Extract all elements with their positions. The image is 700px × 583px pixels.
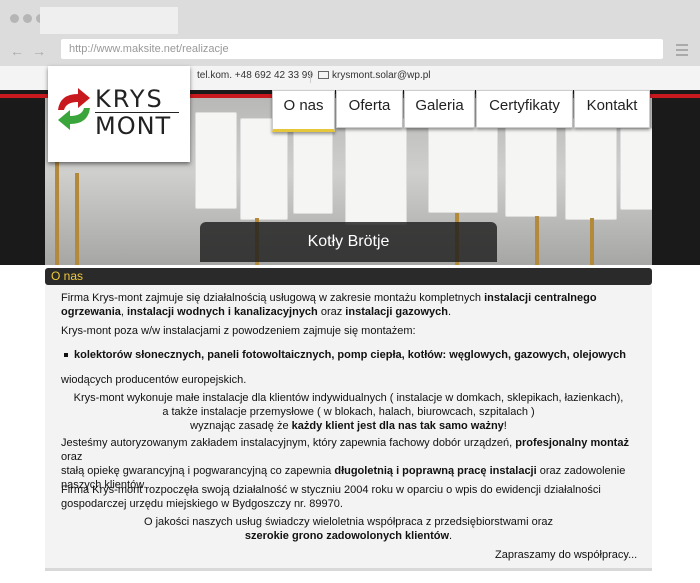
browser-window: ← → http://www.maksite.net/realizacje tel… [0, 0, 700, 583]
boiler-graphic [565, 118, 617, 220]
section-heading: O nas [45, 268, 652, 285]
address-bar[interactable]: http://www.maksite.net/realizacje [61, 39, 663, 59]
logo-arrows-icon [58, 88, 90, 130]
logo-line1: KRYS [95, 85, 164, 113]
bullet-icon [64, 353, 68, 357]
services-list-item: kolektorów słonecznych, paneli fotowolta… [74, 349, 626, 361]
browser-chrome: ← → http://www.maksite.net/realizacje [0, 0, 700, 66]
bold-text: profesjonalny montaż [515, 437, 629, 449]
nav-item-certyfikaty[interactable]: Certyfikaty [476, 90, 573, 128]
boiler-graphic [505, 120, 557, 217]
text: oraz zadowolenie [536, 465, 626, 477]
boiler-graphic [195, 112, 237, 209]
text: Firma Krys-mont zajmuje się działalności… [61, 292, 485, 304]
boiler-graphic [293, 122, 333, 214]
paragraph-services: Krys-mont poza w/w instalacjami z powodz… [61, 325, 416, 337]
boiler-graphic [240, 118, 288, 220]
text: oraz [317, 306, 346, 318]
text: O jakości naszych usług świadczy wielole… [143, 516, 553, 528]
main-content: Firma Krys-mont zajmuje się działalności… [45, 285, 652, 568]
bold-text: instalacji centralnego [484, 292, 597, 304]
bold-text: ogrzewania [61, 306, 121, 318]
paragraph-producers: wiodących producentów europejskich. [61, 374, 247, 386]
paragraph-quality: O jakości naszych usług świadczy wielole… [45, 515, 652, 543]
pipe-graphic [590, 218, 594, 265]
bold-text: szerokie grono zadowolonych klientów [244, 530, 450, 542]
pipe-graphic [535, 216, 539, 265]
nav-item-kontakt[interactable]: Kontakt [574, 90, 650, 128]
pipe-graphic [75, 173, 79, 265]
email-link[interactable]: krysmont.solar@wp.pl [332, 70, 431, 81]
paragraph-centered: Krys-mont wykonuje małe instalacje dla k… [45, 391, 652, 433]
bold-text: instalacji gazowych [345, 306, 448, 318]
text: . [448, 306, 452, 318]
nav-item-o-nas[interactable]: O nas [272, 90, 335, 132]
text: Firma Krys-mont rozpoczęła swoją działal… [61, 484, 601, 496]
logo-line2: MONT [95, 112, 172, 140]
browser-tab[interactable] [40, 7, 178, 34]
bold-text: długoletnią i poprawną pracę instalacji [334, 465, 537, 477]
hamburger-menu-icon[interactable] [676, 44, 688, 59]
envelope-icon [318, 71, 329, 80]
boiler-graphic [428, 126, 498, 213]
boiler-graphic [620, 128, 652, 210]
text: Krys-mont wykonuje małe instalacje dla k… [73, 392, 624, 404]
back-arrow-icon[interactable]: ← [10, 43, 24, 59]
text: wyznając zasadę że [190, 420, 292, 432]
paragraph-intro: Firma Krys-mont zajmuje się działalności… [61, 291, 646, 319]
text: gospodarczej urzędu miejskiego w Bydgosz… [61, 498, 343, 510]
forward-arrow-icon[interactable]: → [32, 43, 46, 59]
text: . [449, 530, 453, 542]
pipe-graphic [55, 158, 59, 265]
nav-item-oferta[interactable]: Oferta [336, 90, 403, 128]
paragraph-history: Firma Krys-mont rozpoczęła swoją działal… [61, 483, 646, 511]
phone-number: tel.kom. +48 692 42 33 99 [197, 70, 313, 81]
divider [310, 70, 311, 83]
close-dot-icon[interactable] [10, 14, 19, 23]
text: stałą opiekę gwarancyjną i pogwarancyjną… [61, 465, 335, 477]
minimize-dot-icon[interactable] [23, 14, 32, 23]
nav-item-galeria[interactable]: Galeria [404, 90, 475, 128]
site-logo[interactable]: KRYS MONT [48, 66, 190, 162]
content-bottom-edge [45, 568, 652, 571]
text: oraz [61, 451, 83, 463]
text: Jesteśmy autoryzowanym zakładem instalac… [61, 437, 516, 449]
closing-text: Zapraszamy do współpracy... [495, 549, 638, 561]
bold-text: każdy klient jest dla nas tak samo ważny [291, 420, 504, 432]
bold-text: instalacji wodnych i kanalizacyjnych [127, 306, 318, 318]
hero-caption: Kotły Brötje [200, 222, 497, 262]
text: a także instalacje przemysłowe ( w bloka… [162, 406, 535, 418]
boiler-graphic [345, 118, 407, 225]
text: ! [503, 420, 507, 432]
